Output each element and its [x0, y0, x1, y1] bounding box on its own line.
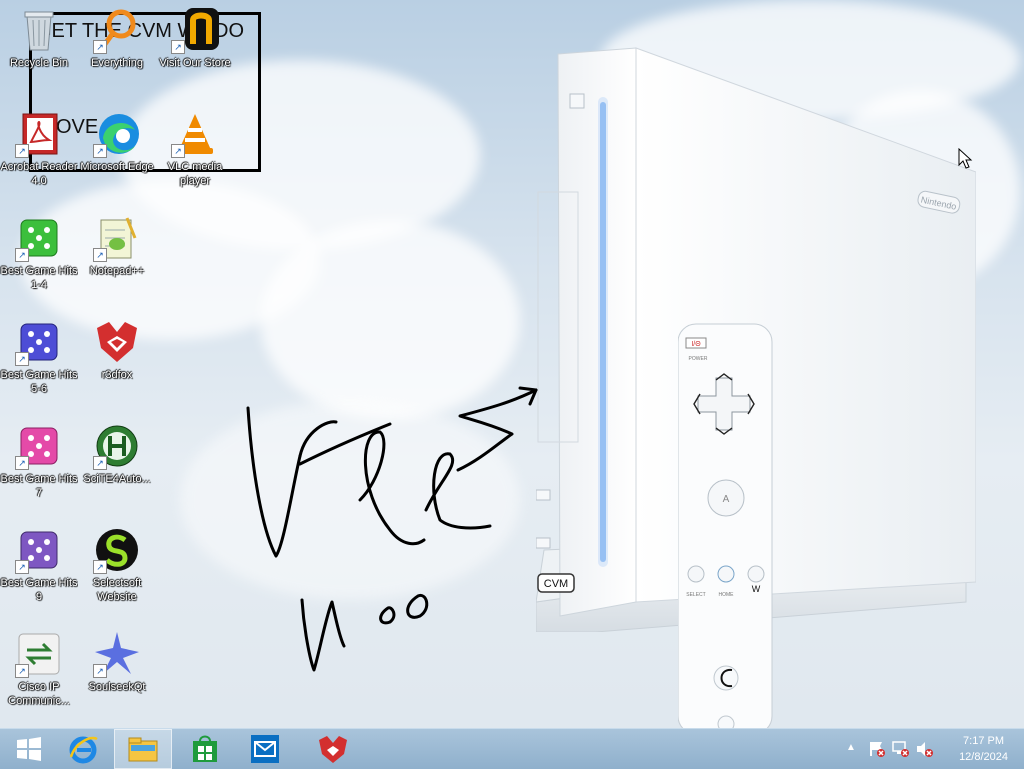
shortcut-arrow-icon: ↗: [171, 144, 185, 158]
vlc-icon: ↗: [171, 110, 219, 158]
mouse-cursor-icon: [958, 148, 973, 169]
taskbar-internet-explorer[interactable]: [54, 729, 112, 769]
desktop-icon-visit-our-store[interactable]: ↗ Visit Our Store: [156, 6, 234, 70]
desktop-icon-soulseekqt[interactable]: ↗ SoulseekQt: [78, 630, 156, 694]
remote-home-label: HOME: [719, 592, 735, 598]
taskbar-store[interactable]: [176, 729, 234, 769]
edge-icon: ↗: [93, 110, 141, 158]
clock[interactable]: 7:17 PM 12/8/2024: [959, 733, 1008, 765]
taskbar-r3dfox[interactable]: [304, 729, 362, 769]
desktop-icon-selectsoft-website[interactable]: ↗ Selectsoft Website: [78, 526, 156, 604]
dice-icon: ↗: [15, 526, 63, 574]
tray-overflow-chevron-icon[interactable]: ▲: [846, 742, 856, 753]
remote-a-label: A: [723, 494, 730, 505]
desktop-icon-label: SoulseekQt: [88, 681, 146, 693]
remote-select-label: SELECT: [686, 592, 705, 598]
desktop-icon-r3dfox[interactable]: r3dfox: [78, 318, 156, 382]
shortcut-arrow-icon: ↗: [93, 248, 107, 262]
start-button[interactable]: [0, 729, 58, 769]
mail-icon: [251, 735, 279, 763]
desktop-icon-vlc[interactable]: ↗ VLC media player: [156, 110, 234, 188]
store-bag-icon: [193, 735, 217, 762]
remote-w-scribble: W: [752, 584, 761, 594]
taskbar-mail[interactable]: [236, 729, 294, 769]
shortcut-arrow-icon: ↗: [15, 248, 29, 262]
desktop-icon-label: Best Game Hits 1-4: [0, 265, 78, 291]
desktop-icon-notepad-plus-plus[interactable]: ↗ Notepad++: [78, 214, 156, 278]
system-tray: ▲ 7:17 PM 12/8/2024: [824, 729, 1024, 769]
selectsoft-icon: ↗: [93, 526, 141, 574]
desktop-icon-label: Best Game Hits 9: [0, 577, 78, 603]
recycle-bin-icon: [15, 6, 63, 54]
shortcut-arrow-icon: ↗: [93, 40, 107, 54]
shortcut-arrow-icon: ↗: [93, 456, 107, 470]
clock-time: 7:17 PM: [963, 735, 1005, 747]
shortcut-arrow-icon: ↗: [93, 664, 107, 678]
desktop-icon-cisco-ip-communicator[interactable]: ↗ Cisco IP Communic...: [0, 630, 78, 708]
ie-icon: [69, 736, 98, 764]
cisco-icon: ↗: [15, 630, 63, 678]
desktop-icon-label: Selectsoft Website: [92, 577, 142, 603]
shortcut-arrow-icon: ↗: [15, 144, 29, 158]
shortcut-arrow-icon: ↗: [171, 40, 185, 54]
clock-date: 12/8/2024: [959, 751, 1008, 763]
desktop-icon-best-game-hits-7[interactable]: ↗ Best Game Hits 7: [0, 422, 78, 500]
soulseek-icon: ↗: [93, 630, 141, 678]
dice-icon: ↗: [15, 214, 63, 262]
shortcut-arrow-icon: ↗: [93, 560, 107, 574]
desktop-icon-scite4autohotkey[interactable]: ↗ SciTE4Auto...: [78, 422, 156, 486]
shortcut-arrow-icon: ↗: [15, 560, 29, 574]
desktop-icon-label: SciTE4Auto...: [83, 473, 151, 485]
desktop-icon-label: Notepad++: [89, 265, 145, 277]
desktop-icon-acrobat-reader[interactable]: ↗ Acrobat Reader 4.0: [0, 110, 78, 188]
shortcut-arrow-icon: ↗: [93, 144, 107, 158]
desktop-icon-label: Visit Our Store: [159, 57, 231, 69]
action-center-flag-icon[interactable]: [868, 740, 886, 758]
desktop-icon-best-game-hits-5-6[interactable]: ↗ Best Game Hits 5-6: [0, 318, 78, 396]
dice-icon: ↗: [15, 318, 63, 366]
desktop-icon-best-game-hits-1-4[interactable]: ↗ Best Game Hits 1-4: [0, 214, 78, 292]
desktop-icon-label: Best Game Hits 7: [0, 473, 78, 499]
dice-icon: ↗: [15, 422, 63, 470]
windows-start-icon: [17, 737, 41, 761]
desktop-icon-best-game-hits-9[interactable]: ↗ Best Game Hits 9: [0, 526, 78, 604]
taskbar: ▲ 7:17 PM 12/8/2024: [0, 728, 1024, 769]
store-icon: ↗: [171, 6, 219, 54]
shortcut-arrow-icon: ↗: [15, 456, 29, 470]
desktop-icon-label: VLC media player: [167, 161, 223, 187]
acrobat-reader-icon: ↗: [15, 110, 63, 158]
scite-icon: ↗: [93, 422, 141, 470]
r3dfox-icon: [319, 736, 347, 763]
r3dfox-icon: [93, 318, 141, 366]
desktop-icon-label: Cisco IP Communic...: [8, 681, 70, 707]
desktop-icon-label: Best Game Hits 5-6: [0, 369, 78, 395]
shortcut-arrow-icon: ↗: [15, 352, 29, 366]
everything-search-icon: ↗: [93, 6, 141, 54]
folder-icon: [128, 737, 158, 762]
desktop-icon-recycle-bin[interactable]: Recycle Bin: [0, 6, 78, 70]
desktop-icon-label: Microsoft Edge: [80, 161, 154, 173]
desktop-icon-everything[interactable]: ↗ Everything: [78, 6, 156, 70]
desktop-icon-label: Everything: [91, 57, 143, 69]
desktop-icon-label: Recycle Bin: [9, 57, 69, 69]
remote-power-label: I/Θ: [691, 341, 701, 348]
wii-remote-image: I/Θ POWER A SELECT HOME W: [677, 322, 774, 735]
network-icon[interactable]: [892, 740, 910, 758]
taskbar-file-explorer[interactable]: [114, 729, 172, 769]
shortcut-arrow-icon: ↗: [15, 664, 29, 678]
desktop-icon-label: r3dfox: [101, 369, 133, 381]
handwritten-scribble: [246, 386, 538, 672]
volume-muted-icon[interactable]: [916, 740, 934, 758]
remote-power-caption: POWER: [689, 356, 708, 362]
notepad-plus-icon: ↗: [93, 214, 141, 262]
desktop-icon-microsoft-edge[interactable]: ↗ Microsoft Edge: [78, 110, 156, 174]
desktop-icon-label: Acrobat Reader 4.0: [0, 161, 78, 187]
